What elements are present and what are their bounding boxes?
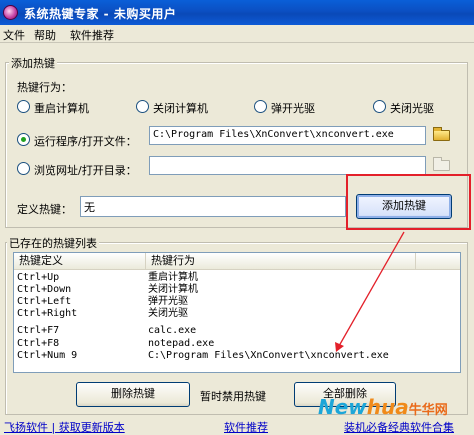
title-bar[interactable]: 系统热键专家 - 未购买用户 <box>0 0 474 25</box>
watermark-new: New <box>318 395 367 419</box>
row-action: C:\Program Files\XnConvert\xnconvert.exe <box>148 350 389 361</box>
hotkey-list-group-title: 已存在的热键列表 <box>7 235 99 251</box>
radio-close-tray-label: 关闭光驱 <box>390 102 434 115</box>
table-row[interactable]: Ctrl+F7 calc.exe <box>14 325 460 337</box>
run-program-label: 运行程序/打开文件： <box>34 135 137 148</box>
hotkey-list[interactable]: 热键定义 热键行为 Ctrl+Up 重启计算机 Ctrl+Down 关闭计算机 … <box>13 252 461 373</box>
row-hotkey: Ctrl+Up <box>17 272 60 283</box>
folder-open-icon[interactable] <box>431 126 453 144</box>
watermark-hua: hua <box>366 395 409 419</box>
watermark-cn: 牛华网 <box>408 403 448 418</box>
row-hotkey: Ctrl+Left <box>17 296 72 307</box>
define-hotkey-label: 定义热键： <box>17 203 72 216</box>
radio-restart-label: 重启计算机 <box>34 102 89 115</box>
table-row[interactable]: Ctrl+Up 重启计算机 <box>14 272 460 284</box>
col-head-action[interactable]: 热键行为 <box>146 253 416 270</box>
run-program-path-input[interactable]: C:\Program Files\XnConvert\xnconvert.exe <box>149 126 426 145</box>
radio-run-program[interactable] <box>17 133 30 146</box>
table-row[interactable]: Ctrl+Right 关闭光驱 <box>14 308 460 320</box>
radio-restart[interactable] <box>17 100 30 113</box>
disable-hotkey-label[interactable]: 暂时禁用热键 <box>200 388 266 404</box>
window-title: 系统热键专家 - 未购买用户 <box>24 7 177 21</box>
menu-help[interactable]: 帮助 <box>34 27 56 43</box>
highlight-box <box>346 174 471 230</box>
hotkey-action-label: 热键行为： <box>17 81 72 94</box>
row-hotkey: Ctrl+Right <box>17 308 78 319</box>
watermark-logo: Newhua牛华网 <box>318 395 448 419</box>
row-hotkey: Ctrl+F7 <box>17 325 60 336</box>
menu-file[interactable]: 文件 <box>3 27 25 43</box>
menu-bar: 文件 帮助 软件推荐 <box>0 25 474 43</box>
row-action: 弹开光驱 <box>148 296 188 307</box>
list-header: 热键定义 热键行为 <box>14 253 460 270</box>
row-hotkey: Ctrl+Num 9 <box>17 350 78 361</box>
row-action: 关闭光驱 <box>148 308 188 319</box>
radio-browse-url[interactable] <box>17 162 30 175</box>
browse-url-input[interactable] <box>149 156 426 175</box>
app-icon <box>3 5 18 20</box>
row-action: notepad.exe <box>148 338 215 349</box>
row-hotkey: Ctrl+F8 <box>17 338 60 349</box>
radio-eject-label: 弹开光驱 <box>271 102 315 115</box>
delete-hotkey-button[interactable]: 删除热键 <box>76 382 190 407</box>
add-hotkey-group-title: 添加热键 <box>9 55 57 71</box>
row-action: 关闭计算机 <box>148 284 198 295</box>
radio-shutdown-label: 关闭计算机 <box>153 102 208 115</box>
table-row[interactable]: Ctrl+F8 notepad.exe <box>14 338 460 350</box>
row-hotkey: Ctrl+Down <box>17 284 72 295</box>
radio-shutdown[interactable] <box>136 100 149 113</box>
menu-recommend[interactable]: 软件推荐 <box>70 27 114 43</box>
radio-eject[interactable] <box>254 100 267 113</box>
row-action: calc.exe <box>148 325 197 336</box>
table-row[interactable]: Ctrl+Down 关闭计算机 <box>14 284 460 296</box>
browse-url-label: 浏览网址/打开目录： <box>34 164 137 177</box>
table-row[interactable]: Ctrl+Num 9 C:\Program Files\XnConvert\xn… <box>14 350 460 362</box>
col-head-hotkey[interactable]: 热键定义 <box>14 253 146 270</box>
table-row[interactable]: Ctrl+Left 弹开光驱 <box>14 296 460 308</box>
software-recommend-link[interactable]: 软件推荐 <box>224 419 268 435</box>
folder-browse-icon[interactable] <box>431 156 453 174</box>
row-action: 重启计算机 <box>148 272 198 283</box>
software-collection-link[interactable]: 装机必备经典软件合集 <box>344 419 454 435</box>
update-link[interactable]: 飞扬软件 | 获取更新版本 <box>4 419 125 435</box>
hotkey-input[interactable]: 无 <box>80 196 346 217</box>
radio-close-tray[interactable] <box>373 100 386 113</box>
